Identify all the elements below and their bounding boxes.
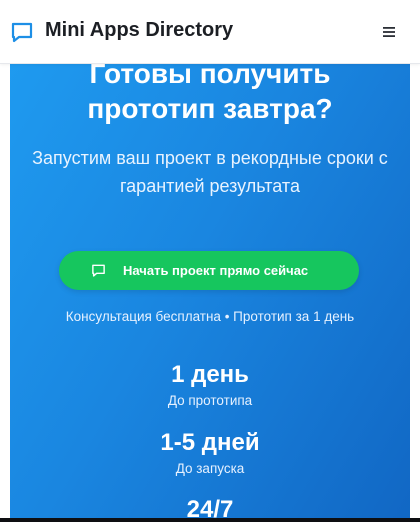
hero-subtitle: Запустим ваш проект в рекордные сроки с … [32, 148, 388, 196]
stat-label: До прототипа [167, 393, 253, 408]
hero-section: Готовы получить прототип завтра? Запусти… [10, 40, 410, 522]
hero-title-line-2: прототип завтра? [87, 93, 333, 124]
stat-value: 1-5 дней [160, 429, 260, 456]
app-header: Mini Apps Directory [0, 0, 420, 64]
start-project-label: Начать проект прямо сейчас [123, 263, 309, 278]
start-project-button[interactable]: Начать проект прямо сейчас [59, 251, 359, 290]
hamburger-menu-icon[interactable] [381, 24, 397, 40]
chat-bubble-icon [92, 264, 105, 277]
stat-value: 1 день [171, 361, 249, 388]
consultation-note: Консультация бесплатна • Прототип за 1 д… [65, 309, 355, 324]
hero-title: Готовы получить прототип завтра? [10, 56, 410, 126]
bottom-edge-bar [0, 518, 420, 522]
stat-prototype: 1 день До прототипа [10, 360, 410, 410]
stat-label: До запуска [175, 461, 245, 476]
stat-launch: 1-5 дней До запуска [10, 428, 410, 478]
chat-bubble-icon[interactable] [10, 20, 34, 44]
app-title[interactable]: Mini Apps Directory [45, 19, 233, 42]
